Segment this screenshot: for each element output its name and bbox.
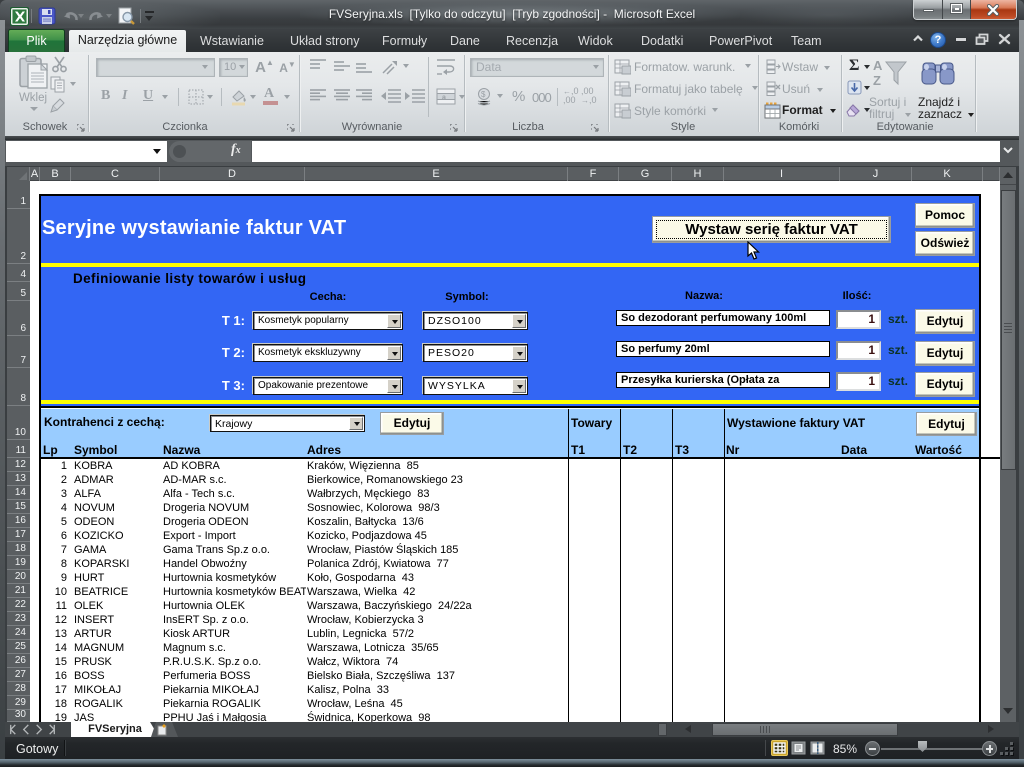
svg-text:Z: Z — [873, 73, 881, 88]
svg-text:a: a — [442, 95, 446, 102]
svg-text:A: A — [873, 58, 883, 73]
svg-text:$: $ — [481, 90, 486, 99]
